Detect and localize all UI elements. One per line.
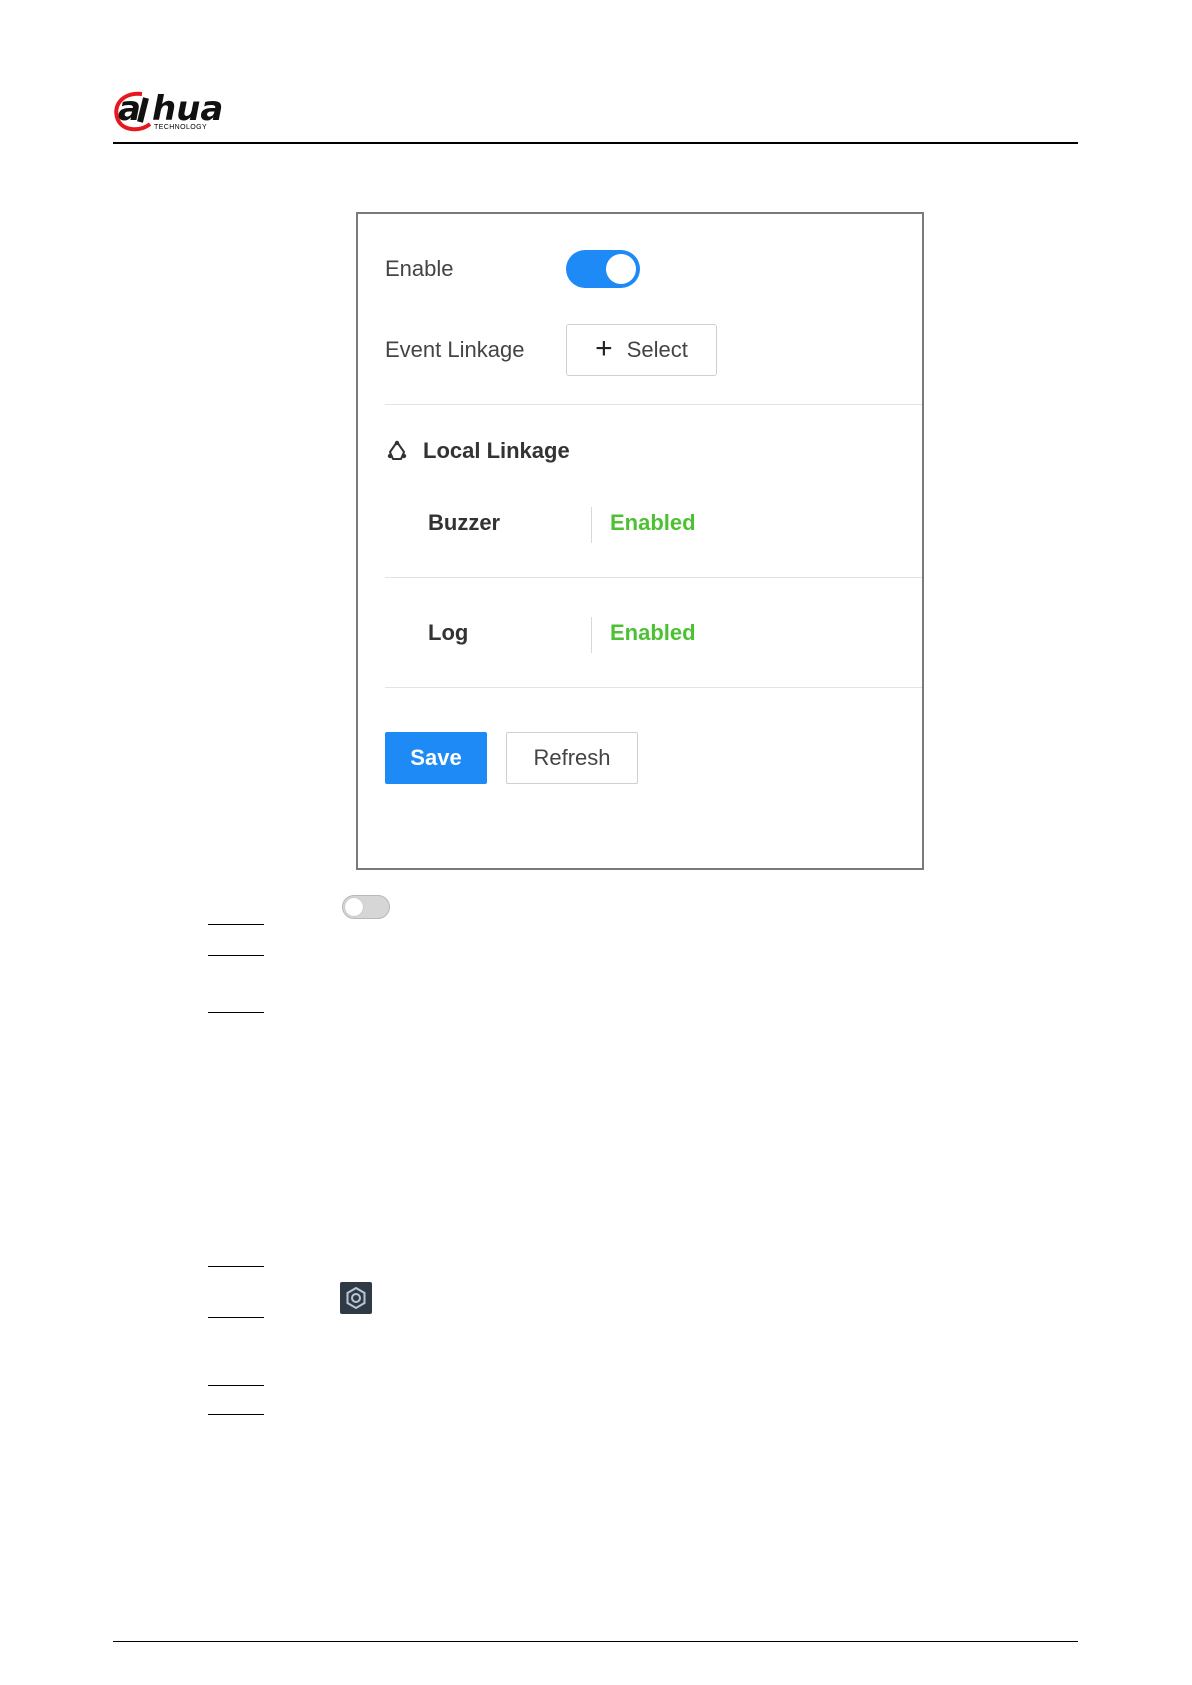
section-title: Local Linkage (423, 438, 570, 463)
step-marker (208, 955, 264, 956)
column-separator (591, 617, 592, 653)
toggle-off-icon (342, 895, 390, 919)
enable-label: Enable (385, 256, 454, 281)
divider (385, 404, 922, 405)
step-marker (208, 1414, 264, 1415)
step-marker (208, 1385, 264, 1386)
footer-rule (113, 1641, 1078, 1642)
gear-icon (340, 1282, 372, 1314)
select-button[interactable]: + Select (566, 324, 717, 376)
save-button[interactable]: Save (385, 732, 487, 784)
svg-text:hua: hua (152, 89, 223, 129)
step-marker (208, 1266, 264, 1267)
header-rule (113, 142, 1078, 144)
linkage-settings-panel: Enable Event Linkage + Select Local Link… (356, 212, 924, 870)
gear-icon-graphic (346, 1286, 366, 1310)
divider (385, 687, 922, 688)
svg-text:a: a (118, 89, 141, 129)
logo-tagline: TECHNOLOGY (154, 124, 208, 131)
divider (385, 577, 922, 578)
local-linkage-header: Local Linkage (385, 438, 570, 464)
event-linkage-label: Event Linkage (385, 337, 525, 362)
refresh-button[interactable]: Refresh (506, 732, 638, 784)
linkage-icon (387, 440, 407, 460)
select-button-label: Select (626, 337, 688, 362)
buzzer-label: Buzzer (428, 510, 501, 535)
toggle-knob (345, 898, 363, 916)
toggle-knob (606, 254, 636, 284)
step-marker (208, 924, 264, 925)
step-marker (208, 1012, 264, 1013)
enable-toggle[interactable] (566, 250, 640, 288)
plus-icon: + (595, 332, 613, 365)
log-label: Log (428, 620, 469, 645)
buzzer-status: Enabled (610, 510, 696, 535)
log-status: Enabled (610, 620, 696, 645)
column-separator (591, 507, 592, 543)
step-marker (208, 1317, 264, 1318)
